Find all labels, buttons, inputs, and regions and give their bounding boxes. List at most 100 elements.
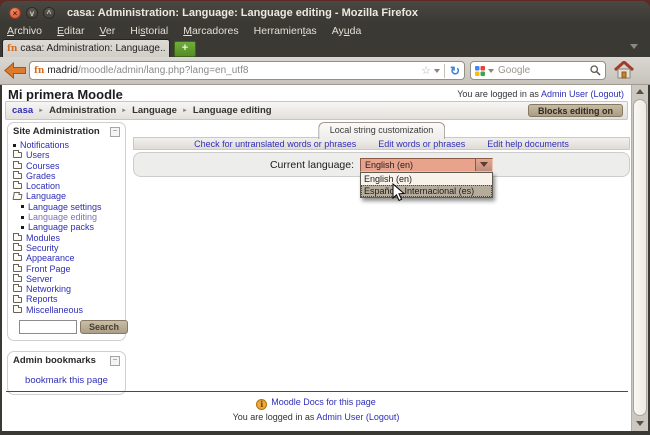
close-icon[interactable]: × [9, 7, 21, 19]
sidebar-item-language-settings[interactable]: Language settings [13, 202, 122, 212]
block-title: Admin bookmarks [13, 355, 96, 366]
chevron-down-icon [480, 162, 488, 167]
collapse-block-icon[interactable] [110, 127, 120, 137]
sidebar-item-appearance[interactable]: Appearance [13, 253, 122, 263]
google-logo-icon [475, 66, 485, 76]
minimize-icon[interactable]: v [26, 7, 38, 19]
scroll-up-button[interactable] [632, 85, 648, 98]
tab-local-string-customization[interactable]: Local string customization [318, 122, 446, 139]
sidebar-item-label[interactable]: Reports [26, 294, 58, 304]
home-button[interactable] [614, 61, 634, 84]
admin-search-input[interactable] [19, 320, 77, 334]
language-select[interactable]: English (en) [360, 158, 493, 172]
bookmark-star-icon[interactable]: ☆ [421, 64, 431, 77]
sidebar-item-label[interactable]: Miscellaneous [26, 305, 83, 315]
sidebar-item-modules[interactable]: Modules [13, 233, 122, 243]
sidebar-item-label[interactable]: Grades [26, 171, 56, 181]
search-input[interactable]: Google [498, 65, 590, 76]
login-prefix: You are logged in as [457, 89, 539, 99]
logout-link[interactable]: (Logout) [590, 89, 624, 99]
sidebar-item-miscellaneous[interactable]: Miscellaneous [13, 305, 122, 315]
new-tab-button[interactable]: + [174, 41, 196, 57]
browser-tab[interactable]: casa: Administration: Language... [2, 39, 170, 57]
sidebar-item-front-page[interactable]: Front Page [13, 264, 122, 274]
search-engine-dropdown-icon[interactable] [488, 69, 494, 73]
tab-label: casa: Administration: Language... [20, 43, 165, 54]
sidebar-item-label[interactable]: Notifications [20, 140, 69, 150]
menu-editar[interactable]: Editar [57, 25, 84, 37]
sidebar-item-label[interactable]: Location [26, 181, 60, 191]
site-title: Mi primera Moodle [8, 87, 123, 102]
sidebar-item-reports[interactable]: Reports [13, 294, 122, 304]
sidebar-item-label[interactable]: Users [26, 150, 50, 160]
sidebar-item-location[interactable]: Location [13, 181, 122, 191]
breadcrumb-item: Administration [49, 105, 116, 116]
scroll-down-button[interactable] [632, 417, 648, 430]
vertical-scrollbar[interactable] [631, 85, 648, 431]
url-bar[interactable]: madrid/moodle/admin/lang.php?lang=en_utf… [29, 61, 465, 80]
menu-marcadores[interactable]: Marcadores [183, 25, 238, 37]
logout-link[interactable]: (Logout) [366, 412, 400, 422]
folder-icon [13, 266, 22, 272]
sidebar-item-label[interactable]: Appearance [26, 253, 75, 263]
sidebar-item-server[interactable]: Server [13, 274, 122, 284]
edit-help-docs-link[interactable]: Edit help documents [487, 139, 569, 149]
select-arrow-button[interactable] [475, 159, 492, 171]
admin-search-row: Search [13, 315, 122, 336]
moodle-docs-link[interactable]: Moodle Docs for this page [271, 397, 376, 407]
blocks-editing-button[interactable]: Blocks editing on [528, 104, 623, 117]
tab-list-icon[interactable] [630, 44, 638, 49]
back-button[interactable] [4, 62, 27, 84]
url-dropdown-icon[interactable] [434, 69, 440, 73]
admin-search-button[interactable]: Search [80, 320, 128, 334]
sidebar-item-security[interactable]: Security [13, 243, 122, 253]
scrollbar-thumb[interactable] [633, 99, 647, 416]
sidebar-item-label[interactable]: Networking [26, 284, 71, 294]
option-english[interactable]: English (en) [361, 173, 492, 185]
edit-words-link[interactable]: Edit words or phrases [378, 139, 465, 149]
bookmark-this-page-link[interactable]: bookmark this page [25, 375, 108, 386]
sidebar-item-label[interactable]: Front Page [26, 264, 71, 274]
sidebar-item-language-packs[interactable]: Language packs [13, 222, 122, 232]
sidebar-item-language-editing[interactable]: Language editing [13, 212, 122, 222]
sidebar-item-language[interactable]: Language [13, 191, 122, 201]
sidebar-item-label[interactable]: Language editing [28, 212, 97, 222]
triangle-up-icon [636, 89, 644, 94]
sidebar-item-label[interactable]: Courses [26, 161, 60, 171]
maximize-icon[interactable]: ^ [43, 7, 55, 19]
collapse-block-icon[interactable] [110, 356, 120, 366]
sidebar-item-label[interactable]: Language [26, 191, 66, 201]
sidebar-item-label[interactable]: Language packs [28, 222, 94, 232]
menu-archivo[interactable]: Archivo [7, 25, 42, 37]
sidebar-item-notifications[interactable]: Notifications [13, 140, 122, 150]
sidebar-item-label[interactable]: Server [26, 274, 53, 284]
nav-toolbar: madrid/moodle/admin/lang.php?lang=en_utf… [0, 57, 650, 85]
sidebar-item-courses[interactable]: Courses [13, 161, 122, 171]
menu-ayuda[interactable]: Ayuda [332, 25, 362, 37]
sidebar-item-networking[interactable]: Networking [13, 284, 122, 294]
breadcrumb-home-link[interactable]: casa [12, 105, 33, 116]
sidebar-item-label[interactable]: Language settings [28, 202, 102, 212]
bullet-icon [21, 226, 24, 229]
sidebar-item-users[interactable]: Users [13, 150, 122, 160]
tab-row: Local string customization [133, 122, 630, 137]
menubar: Archivo Editar Ver Historial Marcadores … [0, 24, 650, 38]
menu-ver[interactable]: Ver [99, 25, 115, 37]
sidebar-item-label[interactable]: Modules [26, 233, 60, 243]
menu-accesskey: A [7, 25, 14, 37]
search-icon[interactable] [590, 65, 601, 76]
admin-user-link[interactable]: Admin User [316, 412, 363, 422]
option-espanol[interactable]: Español - Internacional (es) [361, 185, 492, 197]
folder-icon [13, 152, 22, 158]
sidebar-item-label[interactable]: Security [26, 243, 59, 253]
menu-label-part: er [106, 25, 115, 37]
menu-herramientas[interactable]: Herramientas [254, 25, 317, 37]
check-untranslated-link[interactable]: Check for untranslated words or phrases [194, 139, 356, 149]
search-bar[interactable]: Google [470, 61, 606, 80]
firefox-window: × v ^ casa: Administration: Language: La… [0, 1, 650, 435]
sidebar-item-grades[interactable]: Grades [13, 171, 122, 181]
moodle-docs-line: Moodle Docs for this page [2, 397, 630, 410]
admin-user-link[interactable]: Admin User [541, 89, 588, 99]
reload-icon[interactable]: ↻ [444, 64, 460, 78]
menu-historial[interactable]: Historial [130, 25, 168, 37]
